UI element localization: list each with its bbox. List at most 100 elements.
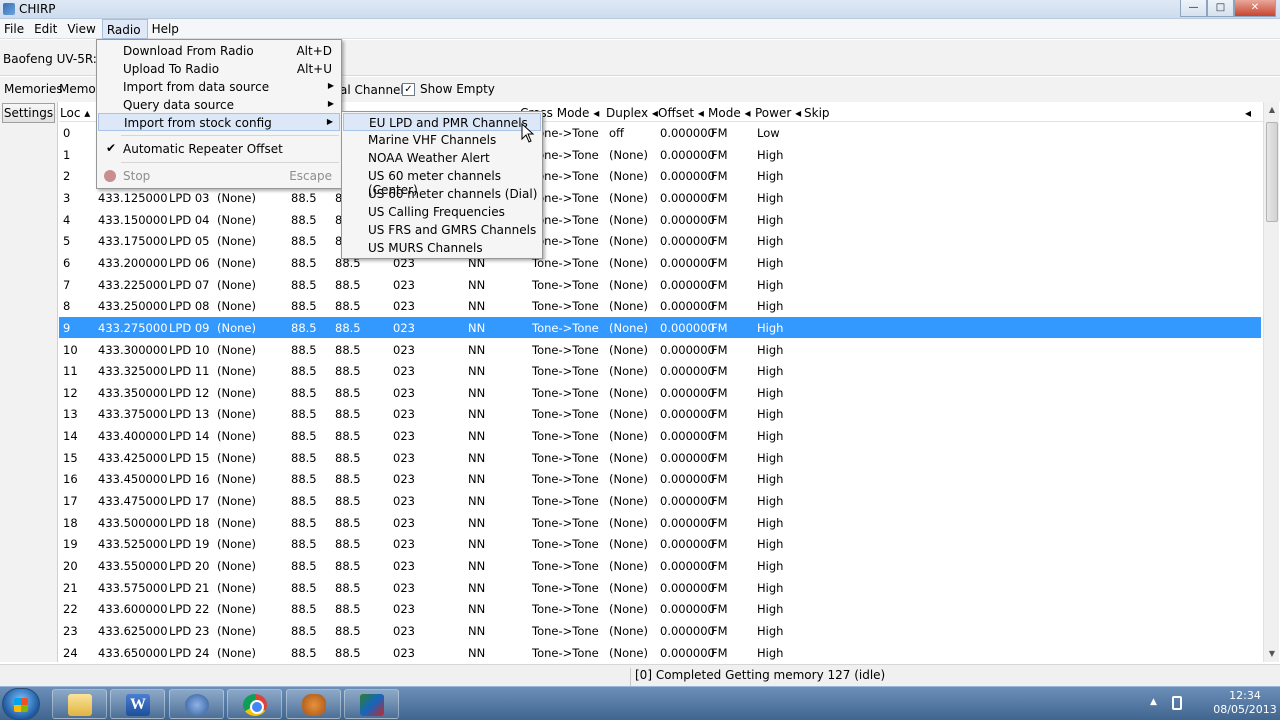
table-row[interactable]: 17 433.475000 LPD 17 (None) 88.5 88.5 023 NN Ton… (59, 490, 1261, 511)
cell-frequency[interactable]: 433.200000 (98, 256, 168, 270)
cell-offset[interactable]: 0.000000 (660, 126, 715, 140)
header-loc[interactable]: Loc ▴ (60, 106, 90, 120)
menu-help[interactable]: Help (148, 19, 185, 39)
cell-tone-freq[interactable]: 88.5 (291, 191, 317, 205)
cell-dtcs-code[interactable]: 023 (393, 386, 415, 400)
menu-import-data-source[interactable]: Import from data source ▶ (98, 78, 340, 96)
cell-dtcs-code[interactable]: 023 (393, 537, 415, 551)
cell-ctcss-freq[interactable]: 88.5 (335, 386, 361, 400)
table-row[interactable]: 10 433.300000 LPD 10 (None) 88.5 88.5 023 NN Ton… (59, 339, 1261, 360)
cell-tone[interactable]: (None) (217, 472, 256, 486)
cell-loc[interactable]: 7 (63, 278, 70, 292)
cell-name[interactable]: LPD 21 (169, 581, 210, 595)
vertical-scrollbar[interactable]: ▲ ▼ (1263, 102, 1279, 662)
cell-duplex[interactable]: (None) (609, 451, 648, 465)
cell-mode[interactable]: FM (711, 624, 728, 638)
cell-power[interactable]: High (757, 624, 783, 638)
cell-tone-freq[interactable]: 88.5 (291, 516, 317, 530)
cell-power[interactable]: Low (757, 126, 780, 140)
cell-duplex[interactable]: (None) (609, 256, 648, 270)
cell-dtcs-code[interactable]: 023 (393, 646, 415, 660)
cell-duplex[interactable]: (None) (609, 386, 648, 400)
table-row[interactable]: 3 433.125000 LPD 03 (None) 88.5 8 Tone->Tone (N… (59, 187, 1261, 208)
cell-offset[interactable]: 0.000000 (660, 602, 715, 616)
menu-query-data-source[interactable]: Query data source ▶ (98, 96, 340, 114)
cell-mode[interactable]: FM (711, 364, 728, 378)
cell-dtcs-code[interactable]: 023 (393, 581, 415, 595)
cell-offset[interactable]: 0.000000 (660, 429, 715, 443)
cell-offset[interactable]: 0.000000 (660, 624, 715, 638)
cell-offset[interactable]: 0.000000 (660, 321, 715, 335)
cell-dtcs-pol[interactable]: NN (468, 494, 485, 508)
cell-mode[interactable]: FM (711, 386, 728, 400)
cell-tone-freq[interactable]: 88.5 (291, 386, 317, 400)
cell-dtcs-pol[interactable]: NN (468, 581, 485, 595)
stock-us-60m-center[interactable]: US 60 meter channels (Center) (343, 167, 541, 197)
cell-ctcss-freq[interactable]: 88.5 (335, 602, 361, 616)
cell-tone-freq[interactable]: 88.5 (291, 278, 317, 292)
cell-power[interactable]: High (757, 494, 783, 508)
cell-tone[interactable]: (None) (217, 581, 256, 595)
cell-dtcs-code[interactable]: 023 (393, 451, 415, 465)
cell-loc[interactable]: 1 (63, 148, 70, 162)
cell-ctcss-freq[interactable]: 88.5 (335, 494, 361, 508)
cell-duplex[interactable]: (None) (609, 169, 648, 183)
cell-power[interactable]: High (757, 299, 783, 313)
cell-power[interactable]: High (757, 386, 783, 400)
cell-dtcs-code[interactable]: 023 (393, 559, 415, 573)
table-row[interactable]: 5 433.175000 LPD 05 (None) 88.5 8 Tone->Tone (N… (59, 230, 1261, 251)
cell-tone[interactable]: (None) (217, 386, 256, 400)
table-row[interactable]: 15 433.425000 LPD 15 (None) 88.5 88.5 023 NN Ton… (59, 447, 1261, 468)
cell-power[interactable]: High (757, 169, 783, 183)
cell-power[interactable]: High (757, 278, 783, 292)
header-scroll-left-icon[interactable]: ◂ (1245, 106, 1251, 120)
cell-name[interactable]: LPD 09 (169, 321, 210, 335)
cell-name[interactable]: LPD 04 (169, 213, 210, 227)
cell-dtcs-pol[interactable]: NN (468, 407, 485, 421)
cell-loc[interactable]: 4 (63, 213, 70, 227)
cell-power[interactable]: High (757, 191, 783, 205)
cell-mode[interactable]: FM (711, 407, 728, 421)
cell-dtcs-pol[interactable]: NN (468, 559, 485, 573)
cell-dtcs-pol[interactable]: NN (468, 624, 485, 638)
cell-cross-mode[interactable]: Tone->Tone (532, 624, 599, 638)
cell-mode[interactable]: FM (711, 213, 728, 227)
taskbar-chrome[interactable] (227, 689, 282, 719)
cell-duplex[interactable]: (None) (609, 429, 648, 443)
cell-cross-mode[interactable]: Tone->Tone (532, 602, 599, 616)
cell-tone-freq[interactable]: 88.5 (291, 494, 317, 508)
cell-ctcss-freq[interactable]: 88.5 (335, 559, 361, 573)
header-power[interactable]: Power ◂ (755, 106, 801, 120)
cell-frequency[interactable]: 433.350000 (98, 386, 168, 400)
cell-mode[interactable]: FM (711, 234, 728, 248)
cell-duplex[interactable]: (None) (609, 559, 648, 573)
cell-duplex[interactable]: (None) (609, 213, 648, 227)
cell-offset[interactable]: 0.000000 (660, 494, 715, 508)
cell-duplex[interactable]: (None) (609, 537, 648, 551)
cell-duplex[interactable]: (None) (609, 602, 648, 616)
table-row[interactable]: 12 433.350000 LPD 12 (None) 88.5 88.5 023 NN Ton… (59, 382, 1261, 403)
cell-mode[interactable]: FM (711, 148, 728, 162)
cell-loc[interactable]: 0 (63, 126, 70, 140)
cell-loc[interactable]: 9 (63, 321, 70, 335)
cell-offset[interactable]: 0.000000 (660, 407, 715, 421)
cell-loc[interactable]: 11 (63, 364, 78, 378)
cell-frequency[interactable]: 433.375000 (98, 407, 168, 421)
cell-mode[interactable]: FM (711, 343, 728, 357)
cell-tone[interactable]: (None) (217, 624, 256, 638)
cell-tone[interactable]: (None) (217, 321, 256, 335)
cell-offset[interactable]: 0.000000 (660, 451, 715, 465)
cell-power[interactable]: High (757, 321, 783, 335)
cell-duplex[interactable]: (None) (609, 234, 648, 248)
cell-cross-mode[interactable]: Tone->Tone (532, 386, 599, 400)
cell-frequency[interactable]: 433.550000 (98, 559, 168, 573)
cell-frequency[interactable]: 433.300000 (98, 343, 168, 357)
cell-cross-mode[interactable]: Tone->Tone (532, 343, 599, 357)
cell-name[interactable]: LPD 20 (169, 559, 210, 573)
taskbar-thunderbird[interactable] (169, 689, 224, 719)
cell-name[interactable]: LPD 19 (169, 537, 210, 551)
cell-offset[interactable]: 0.000000 (660, 299, 715, 313)
cell-offset[interactable]: 0.000000 (660, 169, 715, 183)
cell-dtcs-pol[interactable]: NN (468, 321, 485, 335)
stock-noaa-weather[interactable]: NOAA Weather Alert (343, 149, 541, 167)
